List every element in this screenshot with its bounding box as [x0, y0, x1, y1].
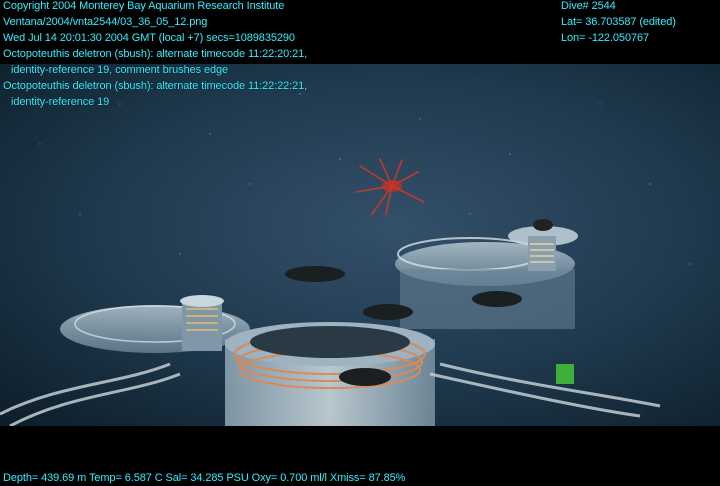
- video-frame: Copyright 2004 Monterey Bay Aquarium Res…: [0, 0, 720, 486]
- sensor-readout: Depth= 439.69 m Temp= 6.587 C Sal= 34.28…: [3, 472, 406, 484]
- scene-illustration: [0, 64, 720, 426]
- spring-fixture-left: [180, 295, 224, 351]
- annotation-line-1: Octopoteuthis deletron (sbush): alternat…: [3, 48, 308, 60]
- timestamp-line: Wed Jul 14 20:01:30 2004 GMT (local +7) …: [3, 32, 295, 44]
- dive-number: Dive# 2544: [561, 0, 616, 12]
- latitude: Lat= 36.703587 (edited): [561, 16, 676, 28]
- annotation-line-2: identity-reference 19, comment brushes e…: [11, 64, 229, 76]
- longitude: Lon= -122.050767: [561, 32, 650, 44]
- green-marker: [556, 364, 574, 384]
- copyright-line: Copyright 2004 Monterey Bay Aquarium Res…: [3, 0, 285, 12]
- underwater-scene: [0, 64, 720, 426]
- annotation-line-3: Octopoteuthis deletron (sbush): alternat…: [3, 80, 308, 92]
- filename-line: Ventana/2004/vnta2544/03_36_05_12.png: [3, 16, 208, 28]
- central-cylinder: [225, 322, 435, 426]
- annotation-line-4: identity-reference 19: [11, 96, 110, 108]
